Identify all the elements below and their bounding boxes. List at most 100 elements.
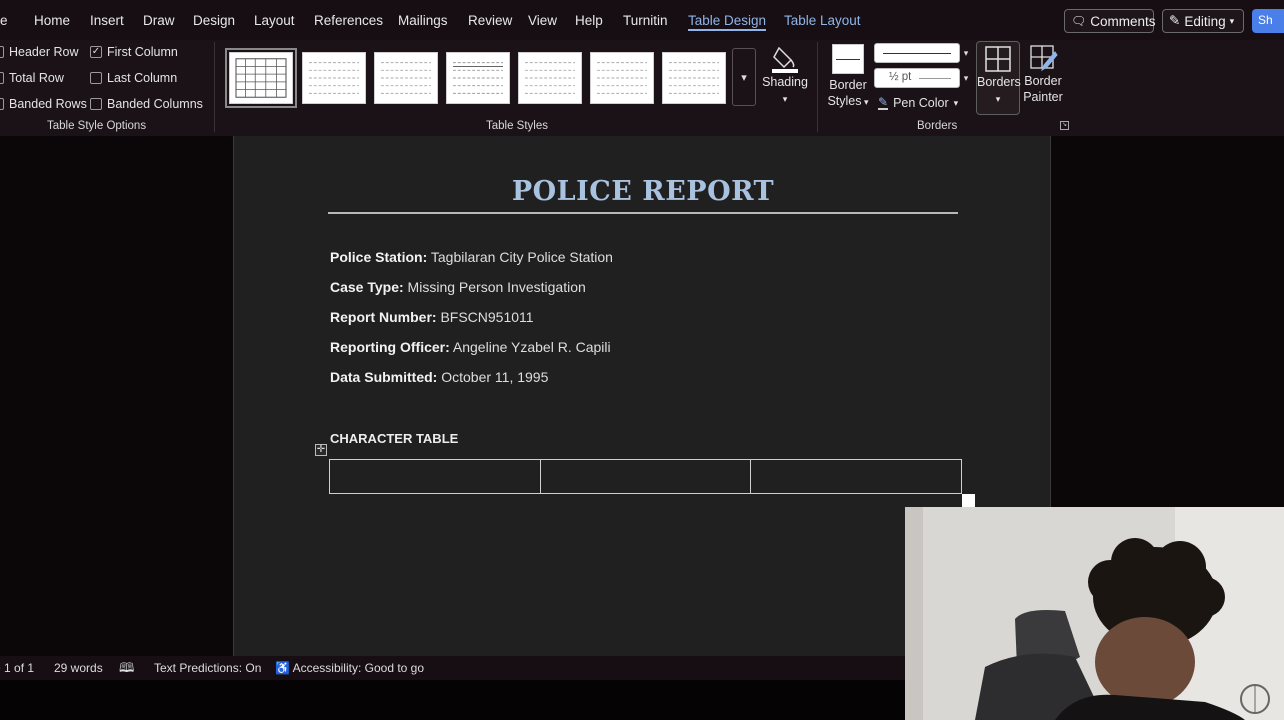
tab-file[interactable]: e [0, 13, 8, 28]
tab-help[interactable]: Help [575, 13, 603, 28]
border-painter-label-line1: Border [1024, 74, 1062, 88]
first-column-option[interactable]: ✓ First Column [90, 45, 178, 59]
tab-table-layout[interactable]: Table Layout [784, 13, 861, 28]
banded-rows-label: Banded Rows [9, 97, 87, 111]
table-cell[interactable] [750, 459, 962, 494]
table-row [329, 459, 962, 494]
line-weight-select[interactable]: ½ pt [874, 68, 960, 88]
field-data-submitted: Data Submitted: October 11, 1995 [330, 369, 548, 385]
pencil-icon: ✎ [1169, 13, 1181, 28]
banded-rows-option[interactable]: Banded Rows [0, 97, 87, 111]
share-button[interactable]: Sh [1252, 9, 1284, 33]
comments-label: Comments [1090, 13, 1156, 29]
tab-insert[interactable]: Insert [90, 13, 124, 28]
tab-table-design[interactable]: Table Design [688, 13, 767, 31]
pen-icon: ✎ [878, 95, 889, 110]
border-painter-button[interactable]: Border Painter [1022, 43, 1064, 105]
book-icon[interactable]: 🕮 [119, 659, 134, 681]
border-styles-label-line1: Border [829, 78, 867, 92]
shading-label: Shading [762, 75, 808, 89]
field-police-station: Police Station: Tagbilaran City Police S… [330, 249, 613, 265]
character-table[interactable] [329, 459, 962, 494]
border-styles-label-line2: Styles [827, 94, 862, 108]
dialog-launcher-icon[interactable]: ↘ [1060, 121, 1069, 130]
tab-view[interactable]: View [528, 13, 557, 28]
pen-color-label: Pen Color [893, 96, 949, 110]
table-styles-more-button[interactable]: ▾ [732, 48, 756, 106]
banded-columns-option[interactable]: Banded Columns [90, 97, 203, 111]
table-style-options-group-label: Table Style Options [47, 120, 147, 132]
plain-table-style-icon [525, 62, 575, 94]
banded-columns-checkbox[interactable] [90, 98, 102, 110]
total-row-label: Total Row [9, 71, 64, 85]
comments-button[interactable]: 🗨 Comments [1064, 9, 1156, 33]
chevron-down-icon: ▾ [861, 97, 869, 107]
borders-grid-icon [985, 46, 1011, 72]
table-style-thumbnail[interactable] [662, 52, 726, 104]
tab-design[interactable]: Design [193, 13, 235, 28]
accessibility-person-icon: ♿ [275, 661, 290, 675]
table-style-thumbnail[interactable] [518, 52, 582, 104]
tab-home[interactable]: Home [34, 13, 70, 28]
word-count[interactable]: 29 words [54, 661, 103, 675]
editing-mode-button[interactable]: ✎ Editing ▾ [1162, 9, 1244, 33]
table-resize-handle[interactable] [962, 494, 975, 507]
tab-turnitin[interactable]: Turnitin [623, 13, 668, 28]
table-style-thumbnail[interactable] [302, 52, 366, 104]
table-style-thumbnail[interactable] [225, 48, 297, 108]
table-move-handle-icon[interactable]: ✛ [315, 444, 327, 456]
gallery-expand-icon: ▾ [741, 72, 747, 84]
table-cell[interactable] [329, 459, 541, 494]
line-style-select[interactable] [874, 43, 960, 63]
chevron-down-icon: ▾ [995, 94, 1001, 104]
accessibility-status[interactable]: ♿ Accessibility: Good to go [275, 661, 424, 675]
border-painter-label-line2: Painter [1023, 90, 1063, 104]
tab-references[interactable]: References [314, 13, 383, 28]
webcam-person-image [905, 507, 1284, 720]
first-column-checkbox[interactable]: ✓ [90, 46, 102, 58]
paint-bucket-icon [772, 46, 798, 73]
table-style-thumbnail[interactable] [590, 52, 654, 104]
total-row-option[interactable]: Total Row [0, 71, 64, 85]
shading-button[interactable]: Shading ▾ [762, 42, 808, 107]
field-value: Missing Person Investigation [403, 279, 586, 295]
header-row-checkbox[interactable] [0, 46, 4, 58]
last-column-option[interactable]: Last Column [90, 71, 177, 85]
tab-mailings[interactable]: Mailings [398, 13, 448, 28]
ribbon-separator [817, 42, 818, 132]
header-row-label: Header Row [9, 45, 79, 59]
table-cell[interactable] [539, 459, 752, 494]
borders-label: Borders [977, 75, 1021, 89]
table-style-thumbnail[interactable] [374, 52, 438, 104]
plain-table-style-icon [597, 62, 647, 94]
first-column-label: First Column [107, 45, 178, 59]
total-row-checkbox[interactable] [0, 72, 4, 84]
chevron-down-icon[interactable]: ▾ [960, 68, 972, 88]
share-label: Sh [1258, 13, 1273, 27]
field-label: Police Station: [330, 249, 428, 265]
header-row-option[interactable]: Header Row [0, 45, 78, 59]
chevron-down-icon: ▾ [1229, 15, 1235, 26]
plain-table-style-icon [669, 62, 719, 94]
field-value: BFSCN951011 [436, 309, 534, 325]
field-report-number: Report Number: BFSCN951011 [330, 309, 534, 325]
table-style-thumbnail[interactable] [446, 52, 510, 104]
field-value: Tagbilaran City Police Station [427, 249, 613, 265]
tab-layout[interactable]: Layout [254, 13, 295, 28]
chevron-down-icon[interactable]: ▾ [960, 43, 972, 63]
borders-button[interactable]: Borders ▾ [976, 41, 1021, 115]
field-label: Report Number: [330, 309, 437, 325]
tab-draw[interactable]: Draw [143, 13, 175, 28]
menu-bar: e Home Insert Draw Design Layout Referen… [0, 0, 1284, 40]
accessibility-label: Accessibility: Good to go [292, 661, 425, 675]
tab-review[interactable]: Review [468, 13, 512, 28]
page-title: POLICE REPORT [511, 176, 775, 207]
border-styles-button[interactable]: Border Styles ▾ [826, 44, 870, 110]
plain-table-style-icon [453, 62, 503, 94]
ribbon-separator [214, 42, 215, 132]
page-count[interactable]: e 1 of 1 [0, 661, 34, 675]
text-predictions-status[interactable]: Text Predictions: On [154, 661, 261, 675]
banded-rows-checkbox[interactable] [0, 98, 4, 110]
pen-color-button[interactable]: ✎ Pen Color ▾ [878, 96, 958, 110]
last-column-checkbox[interactable] [90, 72, 102, 84]
